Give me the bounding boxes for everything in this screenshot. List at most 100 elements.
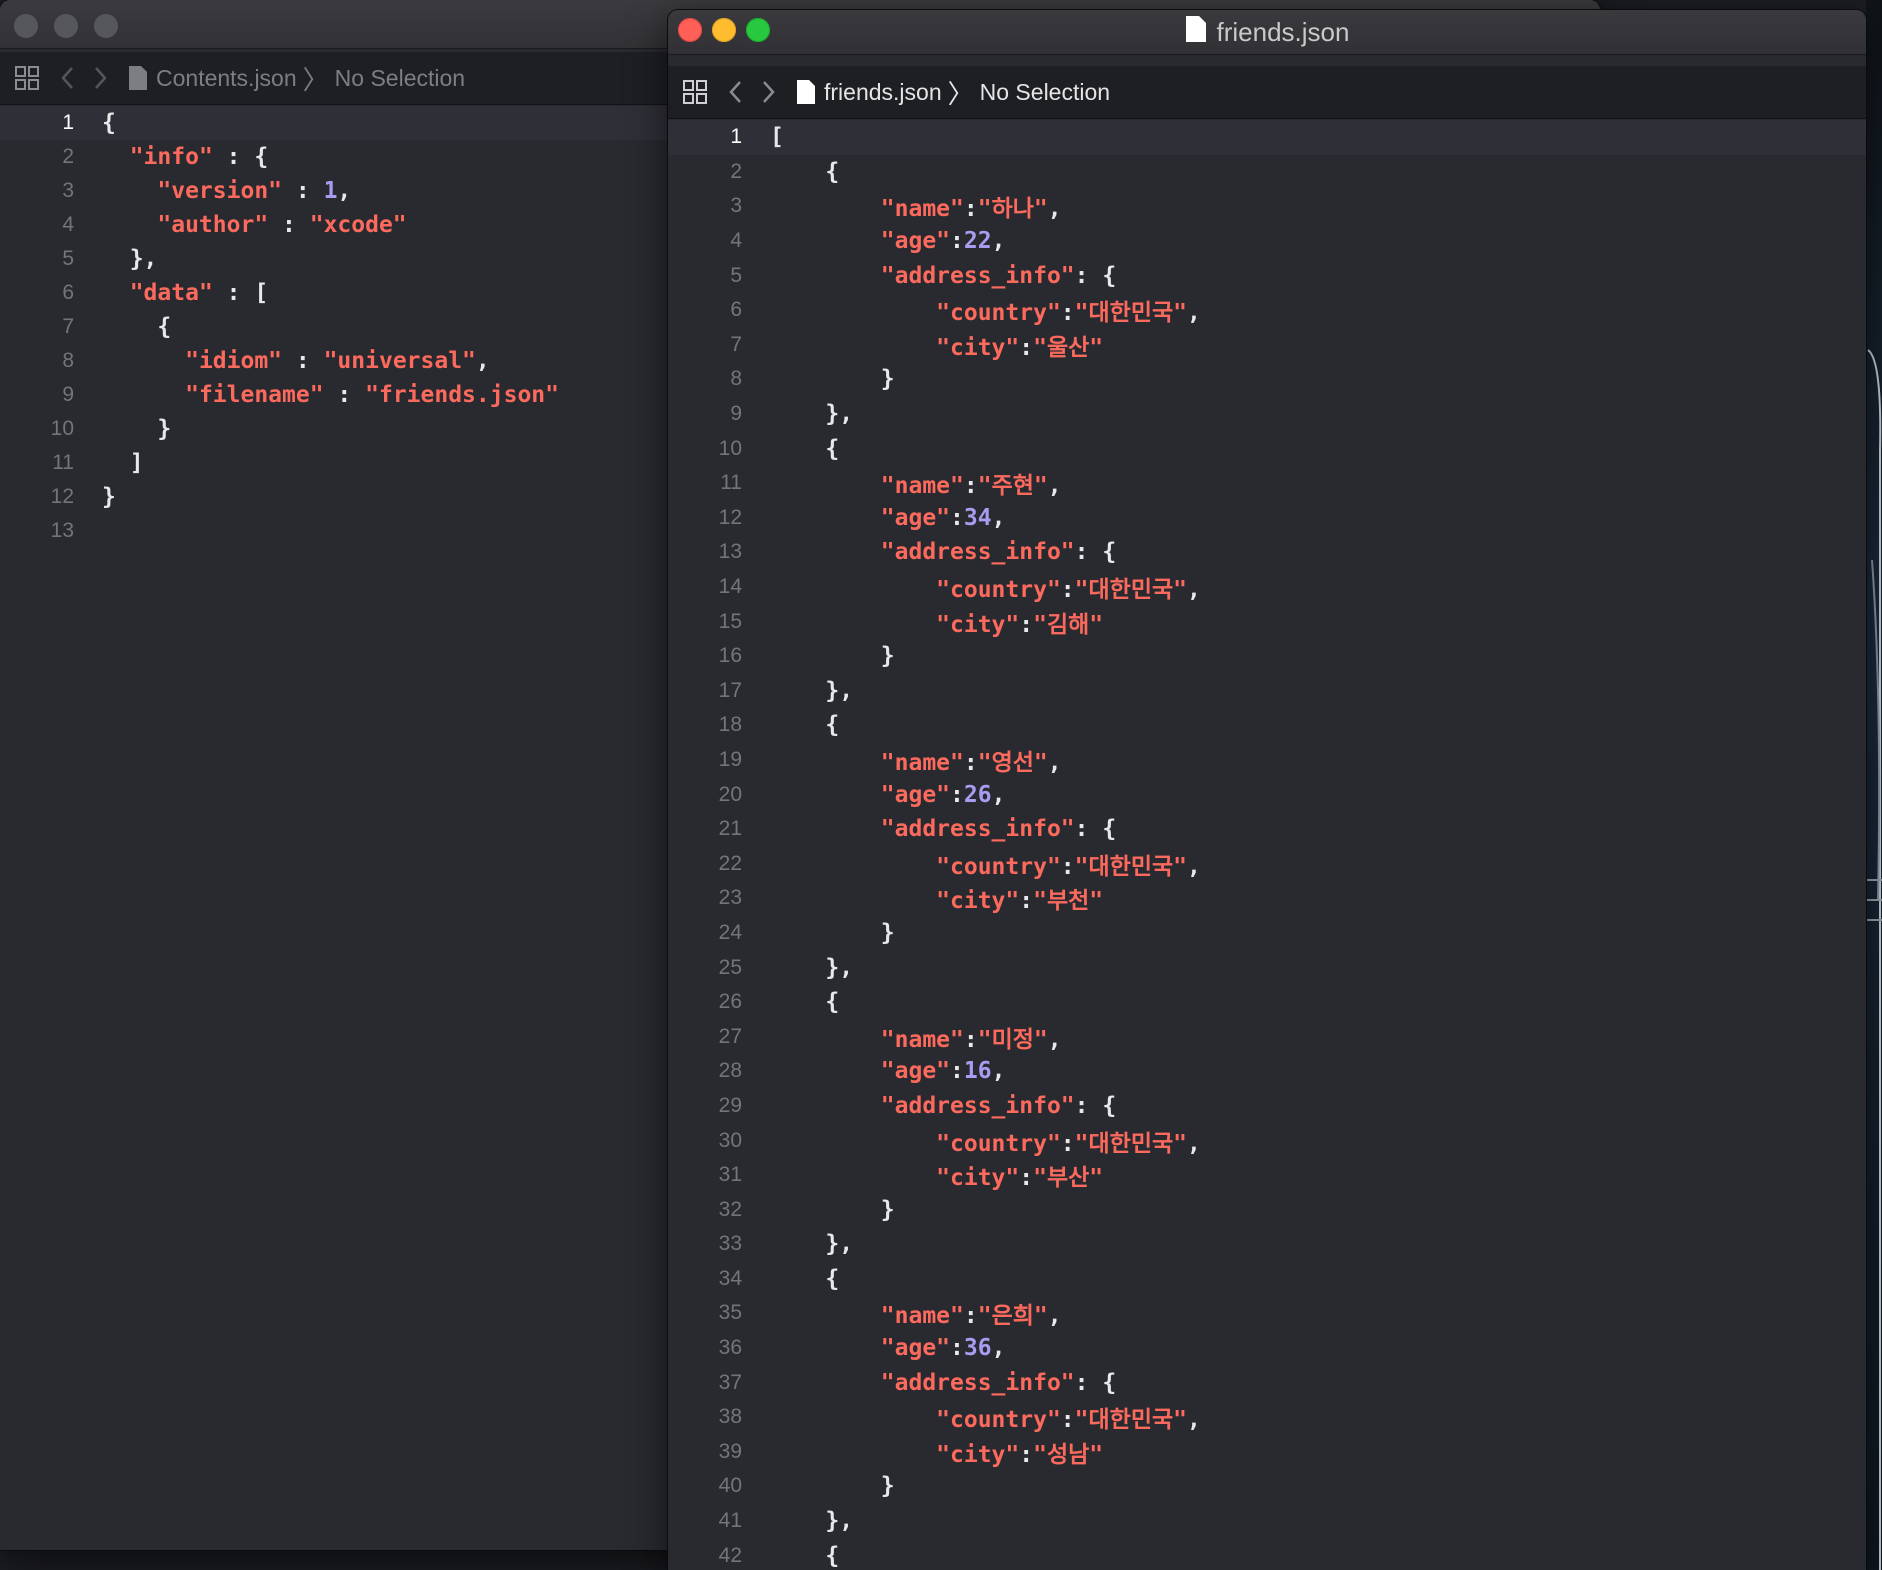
code-line[interactable]: 29 "address_info": { [668,1089,1866,1124]
chevron-left-icon[interactable] [728,79,744,105]
code-line[interactable]: 21 "address_info": { [668,812,1866,847]
breadcrumb-file[interactable]: friends.json [824,79,942,106]
code-line[interactable]: 35 "name":"은희", [668,1296,1866,1331]
line-number: 13 [50,519,74,542]
grid-icon[interactable] [14,65,40,91]
code-line[interactable]: 40 } [668,1469,1866,1504]
line-number: 10 [718,436,742,460]
code-line[interactable]: 41 }, [668,1504,1866,1539]
code-token: } [770,1473,895,1500]
code-line[interactable]: 12 "age":34, [668,501,1866,536]
grid-icon[interactable] [682,79,708,105]
code-line[interactable]: 17 }, [668,674,1866,709]
code-line[interactable]: 19 "name":"영선", [668,743,1866,778]
line-number: 40 [718,1474,742,1498]
breadcrumb-selection[interactable]: No Selection [980,79,1110,106]
code-line[interactable]: 26 { [668,985,1866,1020]
code-line[interactable]: 30 "country":"대한민국", [668,1123,1866,1158]
code-line[interactable]: 20 "age":26, [668,777,1866,812]
code-text: "age":26, [770,781,1006,808]
code-token: : [950,504,964,531]
code-line[interactable]: 28 "age":16, [668,1054,1866,1089]
code-token: : [1019,611,1034,638]
chevron-right-icon[interactable] [92,65,108,91]
code-line[interactable]: 7 "city":"울산" [668,328,1866,363]
window-titlebar[interactable]: friends.json [668,10,1866,55]
code-token: "xcode" [309,212,407,238]
code-line[interactable]: 10 { [668,431,1866,466]
code-token: : [950,781,964,808]
document-icon [796,79,816,105]
breadcrumb-file[interactable]: Contents.json [156,65,297,92]
code-text: } [102,416,171,442]
code-token: 22 [963,228,992,255]
code-token: "대한민국" [1074,1130,1187,1157]
code-text: }, [770,678,853,704]
code-token: "universal" [323,348,476,374]
code-text: "address_info": { [770,816,1116,842]
code-line[interactable]: 6 "country":"대한민국", [668,293,1866,328]
code-line[interactable]: 38 "country":"대한민국", [668,1400,1866,1435]
minimize-button[interactable] [54,14,78,38]
zoom-button[interactable] [94,14,118,38]
code-token: "country" [936,1407,1061,1434]
code-line[interactable]: 9 }, [668,397,1866,432]
close-button[interactable] [14,14,38,38]
code-token: } [102,416,172,442]
line-number: 4 [730,229,742,253]
code-token: : [963,749,978,776]
code-token: , [1187,853,1201,880]
breadcrumb-selection[interactable]: No Selection [335,65,465,92]
code-line[interactable]: 13 "address_info": { [668,535,1866,570]
code-line[interactable]: 31 "city":"부산" [668,1158,1866,1193]
line-number: 42 [718,1543,742,1567]
code-line[interactable]: 37 "address_info": { [668,1365,1866,1400]
code-token: "김해" [1033,611,1104,638]
code-text: { [770,1543,839,1569]
code-line[interactable]: 11 "name":"주현", [668,466,1866,501]
code-line[interactable]: 1[ [668,120,1866,155]
code-line[interactable]: 33 }, [668,1227,1866,1262]
code-line[interactable]: 2 { [668,155,1866,190]
chevron-left-icon[interactable] [60,65,76,91]
line-number: 27 [718,1024,742,1048]
code-text: } [102,484,116,510]
code-line[interactable]: 5 "address_info": { [668,258,1866,293]
code-text: "data" : [ [102,280,268,306]
code-line[interactable]: 15 "city":"김해" [668,604,1866,639]
code-line[interactable]: 16 } [668,639,1866,674]
friends-json-window: friends.json friends.json 〉 No Selection… [668,10,1866,1570]
code-line[interactable]: 34 { [668,1262,1866,1297]
code-line[interactable]: 23 "city":"부천" [668,881,1866,916]
code-line[interactable]: 18 { [668,708,1866,743]
line-number: 17 [718,678,742,702]
code-line[interactable]: 42 { [668,1538,1866,1570]
code-line[interactable]: 8 } [668,362,1866,397]
code-line[interactable]: 36 "age":36, [668,1331,1866,1366]
code-token: "대한민국" [1074,300,1187,327]
code-line[interactable]: 32 } [668,1192,1866,1227]
code-line[interactable]: 27 "name":"미정", [668,1019,1866,1054]
breadcrumb-separator: 〉 [302,64,329,95]
code-line[interactable]: 25 }, [668,950,1866,985]
code-line[interactable]: 14 "country":"대한민국", [668,570,1866,605]
code-line[interactable]: 4 "age":22, [668,224,1866,259]
code-token: }, [770,401,854,428]
code-text: "city":"부산" [770,1158,1103,1192]
chevron-right-icon[interactable] [760,79,776,105]
code-text: "name":"미정", [770,1020,1062,1054]
code-line[interactable]: 22 "country":"대한민국", [668,846,1866,881]
code-token: "name" [880,1026,964,1053]
code-editor[interactable]: 1[2 {3 "name":"하나", 4 "age":22, 5 "address… [668,120,1866,1570]
code-token: "friends.json" [365,382,559,408]
code-text: } [770,366,895,392]
code-line[interactable]: 39 "city":"성남" [668,1435,1866,1470]
code-line[interactable]: 3 "name":"하나", [668,189,1866,224]
code-line[interactable]: 24 } [668,916,1866,951]
